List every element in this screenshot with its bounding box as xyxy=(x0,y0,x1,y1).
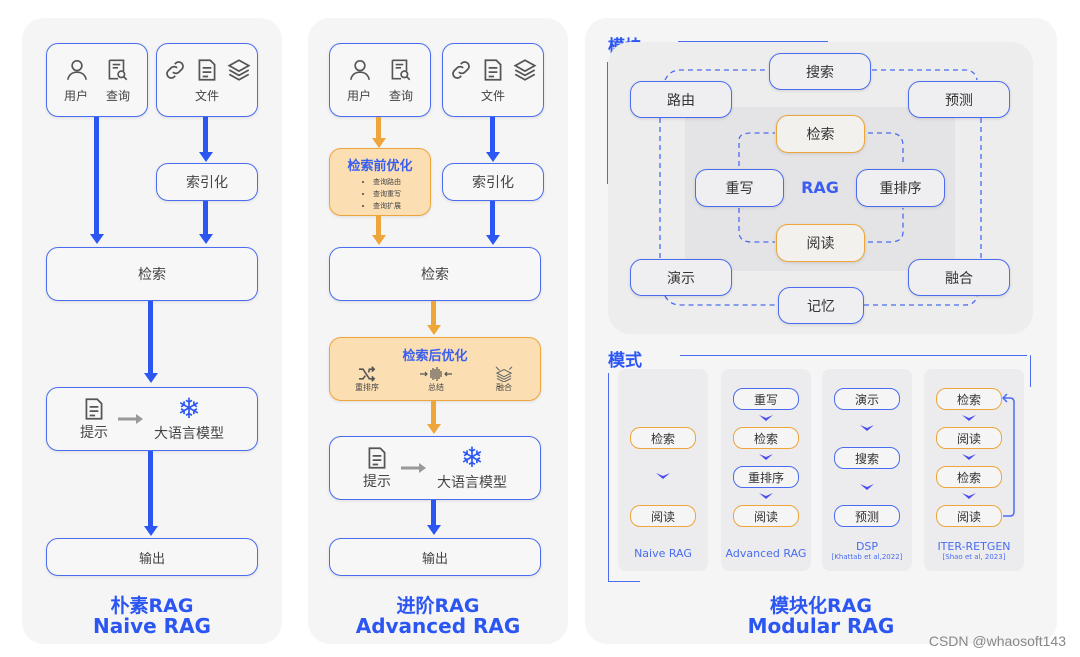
pattern-step: 重写 xyxy=(733,388,799,410)
module-rerank: 重排序 xyxy=(856,169,945,207)
pattern-name-block: ITER-RETGEN [Shao et al, 2023] xyxy=(924,541,1024,563)
pattern-step: 检索 xyxy=(733,427,799,449)
outer-dash-bottom-left xyxy=(664,295,778,306)
pattern-name: Advanced RAG xyxy=(725,547,807,560)
pattern-step: 演示 xyxy=(834,388,900,410)
module-read: 阅读 xyxy=(776,224,865,262)
pattern-step: 搜索 xyxy=(834,447,900,469)
pattern-step: 阅读 xyxy=(936,427,1002,449)
module-memory: 记忆 xyxy=(778,287,864,324)
patterns-heading: 模式 xyxy=(608,351,642,371)
pattern-name: ITER-RETGEN xyxy=(937,540,1011,553)
module-fusion: 融合 xyxy=(908,259,1010,296)
pattern-step: 检索 xyxy=(936,388,1002,410)
pattern-name-block: DSP [Khattab et al,2022] xyxy=(822,541,912,563)
pattern-step: 检索 xyxy=(630,427,696,449)
inner-dash-bottom-left xyxy=(738,208,775,243)
patterns-side-rule xyxy=(608,373,609,581)
patterns-right-rule xyxy=(1030,355,1031,387)
module-search: 搜索 xyxy=(769,53,871,90)
chevron-down-icon xyxy=(860,484,874,490)
outer-dash-top-left xyxy=(664,69,770,81)
rag-center-label: RAG xyxy=(801,178,839,197)
pattern-citation: [Khattab et al,2022] xyxy=(831,553,903,561)
module-retrieve: 检索 xyxy=(776,115,865,153)
modular-title-cn: 模块化RAG xyxy=(770,595,872,617)
pattern-step: 阅读 xyxy=(630,505,696,527)
module-predict: 预测 xyxy=(908,81,1010,118)
inner-dash-top-right xyxy=(868,132,904,166)
pattern-step: 阅读 xyxy=(733,505,799,527)
inner-dash-top-left xyxy=(738,132,775,166)
pattern-citation: [Shao et al, 2023] xyxy=(942,553,1006,561)
pattern-step: 检索 xyxy=(936,466,1002,488)
module-rewrite: 重写 xyxy=(695,169,784,207)
chevron-down-icon xyxy=(962,415,976,421)
watermark: CSDN @whaosoft143 xyxy=(928,633,1066,649)
module-demonstrate: 演示 xyxy=(630,259,732,296)
chevron-down-icon xyxy=(860,425,874,431)
pattern-step: 重排序 xyxy=(733,466,799,488)
pattern-col-naive xyxy=(618,369,708,571)
patterns-heading-rule xyxy=(680,355,1027,356)
chevron-down-icon xyxy=(962,493,976,499)
loop-back-arrow-icon xyxy=(1001,393,1015,517)
chevron-down-icon xyxy=(759,454,773,460)
inner-dash-bottom-right xyxy=(868,208,904,243)
modular-rag-title: 模块化RAG Modular RAG xyxy=(585,596,1057,636)
chevron-down-icon xyxy=(759,415,773,421)
pattern-step: 阅读 xyxy=(936,505,1002,527)
pattern-name: DSP xyxy=(855,540,879,553)
patterns-bottom-rule xyxy=(608,581,640,582)
pattern-name: Naive RAG xyxy=(634,547,692,560)
outer-dash-top-right xyxy=(872,69,978,81)
chevron-down-icon xyxy=(962,454,976,460)
pattern-step: 预测 xyxy=(834,505,900,527)
chevron-down-icon xyxy=(656,473,670,479)
outer-dash-bottom-right xyxy=(864,295,978,306)
module-routing: 路由 xyxy=(630,81,732,118)
chevron-down-icon xyxy=(759,493,773,499)
